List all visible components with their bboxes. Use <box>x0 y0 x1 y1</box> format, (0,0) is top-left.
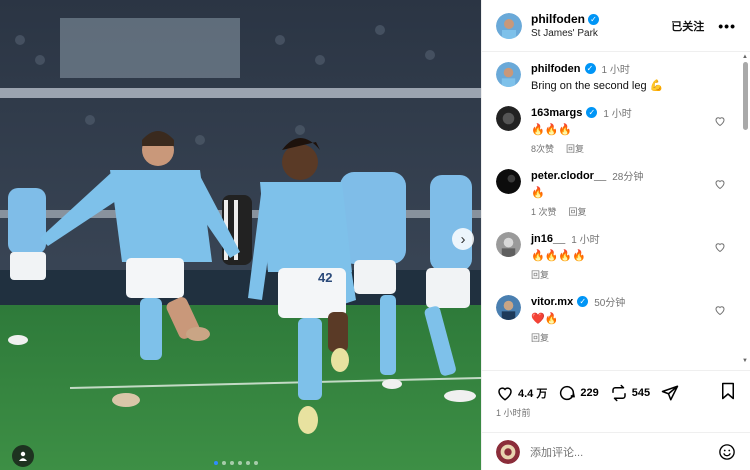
comment-time: 50分钟 <box>594 298 626 309</box>
add-comment-bar: 添加评论... <box>482 432 750 470</box>
verified-badge-icon: ✓ <box>586 107 598 118</box>
commenter-avatar[interactable] <box>496 169 521 194</box>
author-username[interactable]: philfoden <box>531 12 585 26</box>
comment-item: jn16__ 1 小时 🔥🔥🔥🔥 回复 <box>496 231 726 281</box>
heart-icon[interactable] <box>714 304 726 316</box>
chevron-right-icon: › <box>460 230 466 248</box>
add-comment-input[interactable]: 添加评论... <box>530 444 718 460</box>
comment-text: 🔥🔥🔥 <box>531 124 573 136</box>
share-button[interactable] <box>661 384 679 402</box>
repost-button[interactable]: 545 <box>610 384 650 402</box>
carousel-dot <box>238 461 242 465</box>
comment-time: 1 小时 <box>603 109 632 120</box>
verified-badge-icon: ✓ <box>577 296 589 307</box>
comment-text: ❤️🔥 <box>531 313 559 325</box>
commenter-avatar[interactable] <box>496 232 521 257</box>
commenter-avatar[interactable] <box>496 295 521 320</box>
carousel-dot <box>246 461 250 465</box>
next-image-button[interactable]: › <box>452 228 474 250</box>
post-header: philfoden ✓ St James' Park 已关注 ••• <box>482 0 750 52</box>
comment-item: vitor.mx ✓ 50分钟 ❤️🔥 回复 <box>496 294 726 344</box>
more-options-icon[interactable]: ••• <box>718 18 736 34</box>
carousel-dot <box>214 461 218 465</box>
caption-username[interactable]: philfoden <box>531 63 581 75</box>
comments-scrollbar[interactable] <box>743 62 748 130</box>
person-icon <box>19 451 27 461</box>
emoji-icon[interactable] <box>718 443 736 461</box>
comment-item: peter.clodor__ 28分钟 🔥 1 次赞 回复 <box>496 168 726 218</box>
heart-icon[interactable] <box>714 115 726 127</box>
comment-time: 1 小时 <box>571 235 600 246</box>
comment-username[interactable]: peter.clodor__ <box>531 170 606 182</box>
send-icon <box>661 385 679 401</box>
save-button[interactable] <box>720 382 736 405</box>
reply-button[interactable]: 回复 <box>566 142 584 155</box>
comments-count: 229 <box>580 387 599 399</box>
comment-username[interactable]: 163margs <box>531 107 582 119</box>
comment-bubble-icon <box>560 385 576 401</box>
comment-username[interactable]: vitor.mx <box>531 296 573 308</box>
following-button[interactable]: 已关注 <box>671 18 704 34</box>
heart-icon[interactable] <box>714 241 726 253</box>
reply-button[interactable]: 回复 <box>531 331 549 344</box>
carousel-dots <box>214 461 258 465</box>
comment-likes-count[interactable]: 1 次赞 <box>531 205 557 218</box>
post-location[interactable]: St James' Park <box>531 28 671 39</box>
post-photo[interactable]: 42 › <box>0 0 481 470</box>
comment-username[interactable]: jn16__ <box>531 233 565 245</box>
comments-list[interactable]: philfoden ✓ 1 小时 Bring on the second leg… <box>482 53 740 369</box>
current-user-avatar <box>496 439 520 464</box>
caption-time: 1 小时 <box>601 65 630 76</box>
caption-text: Bring on the second leg 💪 <box>531 80 664 92</box>
comment-time: 28分钟 <box>612 172 644 183</box>
author-avatar[interactable] <box>496 62 521 87</box>
bookmark-icon <box>722 382 734 399</box>
comment-button[interactable]: 229 <box>558 384 599 402</box>
comment-text: 🔥 <box>531 187 545 199</box>
tagged-users-button[interactable] <box>12 445 34 467</box>
commenter-avatar[interactable] <box>496 106 521 131</box>
comment-item: 163margs ✓ 1 小时 🔥🔥🔥 8次赞 回复 <box>496 105 726 155</box>
reply-button[interactable]: 回复 <box>569 205 587 218</box>
scroll-up-arrow-icon[interactable]: ▲ <box>742 54 748 60</box>
verified-badge-icon: ✓ <box>588 13 599 25</box>
match-photo-image: 42 <box>0 0 481 470</box>
repost-icon <box>611 384 626 402</box>
post-side-panel: philfoden ✓ St James' Park 已关注 ••• philf… <box>481 0 750 470</box>
carousel-dot <box>254 461 258 465</box>
heart-icon[interactable] <box>714 178 726 190</box>
carousel-dot <box>230 461 234 465</box>
caption-row: philfoden ✓ 1 小时 Bring on the second leg… <box>496 61 726 92</box>
comment-text: 🔥🔥🔥🔥 <box>531 250 586 262</box>
author-avatar[interactable] <box>496 12 522 39</box>
heart-icon <box>498 387 512 401</box>
likes-count: 4.4 万 <box>518 388 548 400</box>
scroll-down-arrow-icon[interactable]: ▼ <box>742 358 748 364</box>
svg-text:42: 42 <box>318 270 332 285</box>
reposts-count: 545 <box>631 387 651 399</box>
carousel-dot <box>222 461 226 465</box>
like-button[interactable]: 4.4 万 <box>496 384 547 402</box>
reply-button[interactable]: 回复 <box>531 268 549 281</box>
post-timestamp[interactable]: 1 小时前 <box>496 406 531 419</box>
verified-badge-icon: ✓ <box>584 63 596 74</box>
comment-likes-count[interactable]: 8次赞 <box>531 142 554 155</box>
